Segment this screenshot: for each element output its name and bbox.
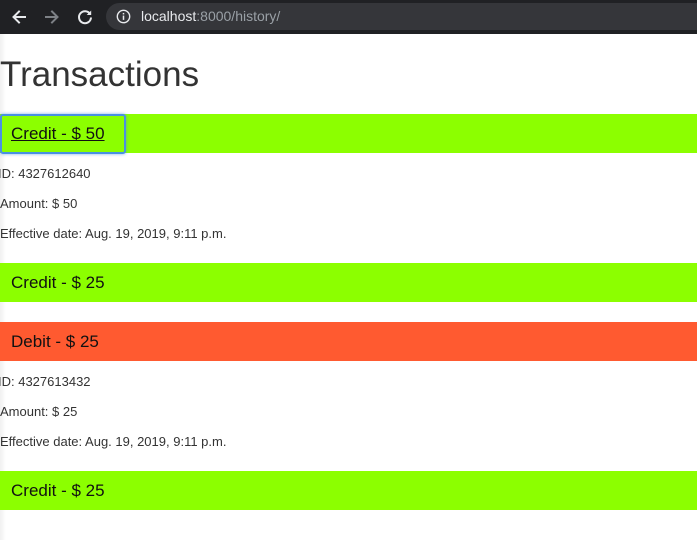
arrow-right-icon — [45, 10, 59, 24]
transaction-header-debit[interactable]: Debit - $ 25 — [0, 322, 697, 361]
transaction-header-credit[interactable]: Credit - $ 50 — [0, 114, 697, 154]
url-path: :8000/history/ — [196, 8, 281, 24]
transaction-toggle-link[interactable]: Credit - $ 25 — [11, 480, 105, 501]
transaction-toggle-link[interactable]: Credit - $ 50 — [11, 123, 105, 144]
transaction-effective-date: Effective date: Aug. 19, 2019, 9:11 p.m. — [0, 226, 227, 241]
forward-button[interactable] — [41, 6, 63, 28]
transaction-amount: Amount: $ 25 — [0, 404, 78, 419]
browser-toolbar: localhost:8000/history/ — [0, 0, 697, 34]
url-host: localhost — [141, 8, 197, 24]
transaction-header-credit[interactable]: Credit - $ 25 — [0, 471, 697, 510]
transaction-effective-date: Effective date: Aug. 19, 2019, 9:11 p.m. — [0, 434, 227, 449]
reload-icon — [78, 10, 92, 25]
transaction-amount: Amount: $ 50 — [0, 196, 78, 211]
transaction-header-credit[interactable]: Credit - $ 25 — [0, 263, 697, 302]
transaction-toggle-link[interactable]: Credit - $ 25 — [11, 272, 105, 293]
arrow-left-icon — [12, 10, 26, 24]
transaction-id: ID: 4327613432 — [0, 374, 91, 389]
transaction-id: ID: 4327612640 — [0, 166, 91, 181]
back-button[interactable] — [8, 6, 30, 28]
transaction-toggle-link[interactable]: Debit - $ 25 — [11, 331, 99, 352]
info-icon[interactable] — [116, 9, 131, 24]
address-bar[interactable]: localhost:8000/history/ — [106, 3, 697, 30]
page-title: Transactions — [0, 55, 200, 94]
reload-button[interactable] — [74, 6, 96, 28]
url-text[interactable]: localhost:8000/history/ — [141, 8, 280, 25]
